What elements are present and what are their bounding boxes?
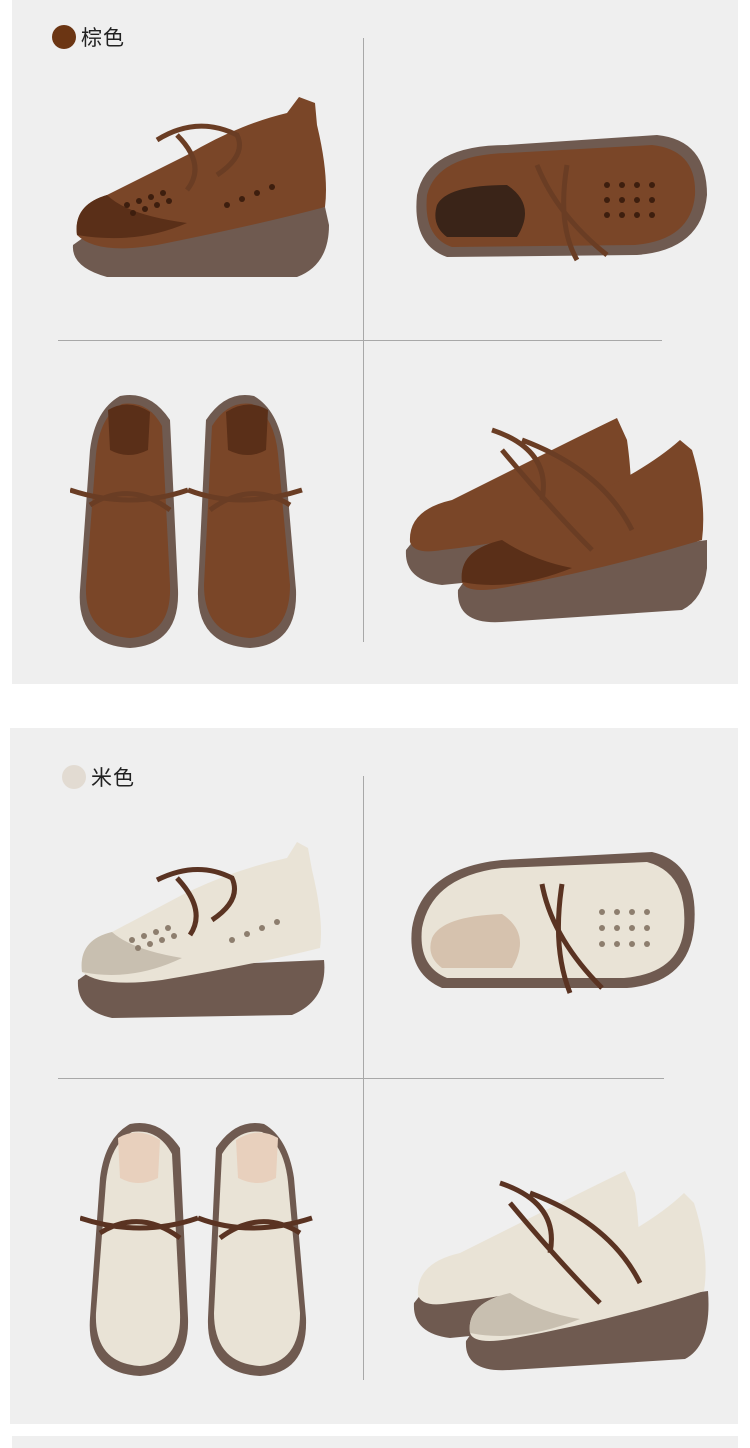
brown-color-panel: 棕色 [12,0,738,684]
color-label-brown: 棕色 [52,22,125,52]
color-name-brown: 棕色 [81,26,125,50]
beige-color-panel: 米色 [10,728,738,1424]
shoe-side-view-beige [72,840,332,1020]
brown-swatch-dot [52,25,76,49]
shoe-front-pair-beige [80,1118,315,1383]
shoe-side-view-brown [67,95,337,290]
shoe-top-view-beige [402,848,702,998]
shoe-angled-pair-beige [410,1163,710,1373]
beige-swatch-dot [62,765,86,789]
shoe-angled-pair-brown [402,410,707,625]
shoe-top-view-brown [407,125,717,270]
divider-horizontal [58,340,662,341]
color-label-beige: 米色 [62,762,135,792]
divider-horizontal [58,1078,664,1079]
next-panel-edge [12,1436,738,1448]
color-name-beige: 米色 [91,766,135,790]
shoe-front-pair-brown [70,390,305,655]
